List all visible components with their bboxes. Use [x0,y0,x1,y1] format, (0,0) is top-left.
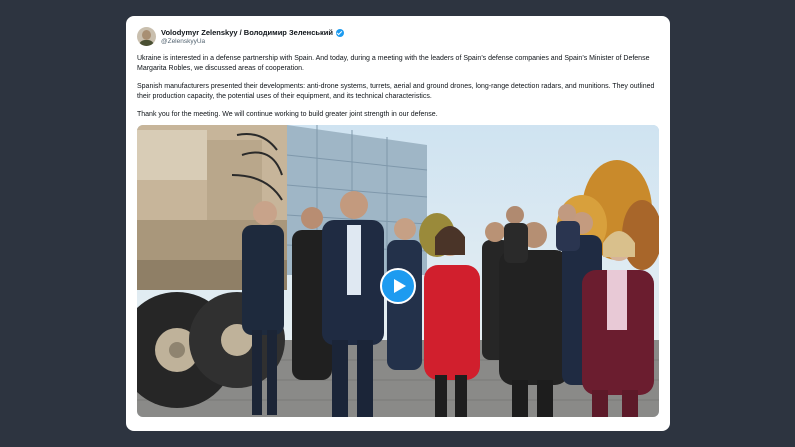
play-button[interactable] [380,268,416,304]
tweet-card: Volodymyr Zelenskyy / Володимир Зеленськ… [126,16,670,431]
play-icon [394,279,406,293]
tweet-paragraph-3: Thank you for the meeting. We will conti… [137,111,438,118]
video-thumbnail[interactable] [137,125,659,417]
author-handle[interactable]: @ZelenskyyUa [161,38,205,45]
verified-badge-icon [335,28,344,37]
tweet-paragraph-1: Ukraine is interested in a defense partn… [137,55,650,72]
avatar[interactable] [137,27,156,46]
tweet-paragraph-2: Spanish manufacturers presented their de… [137,83,655,100]
author-name-text[interactable]: Volodymyr Zelenskyy / Володимир Зеленськ… [161,28,333,37]
author-name[interactable]: Volodymyr Zelenskyy / Володимир Зеленськ… [161,28,344,37]
